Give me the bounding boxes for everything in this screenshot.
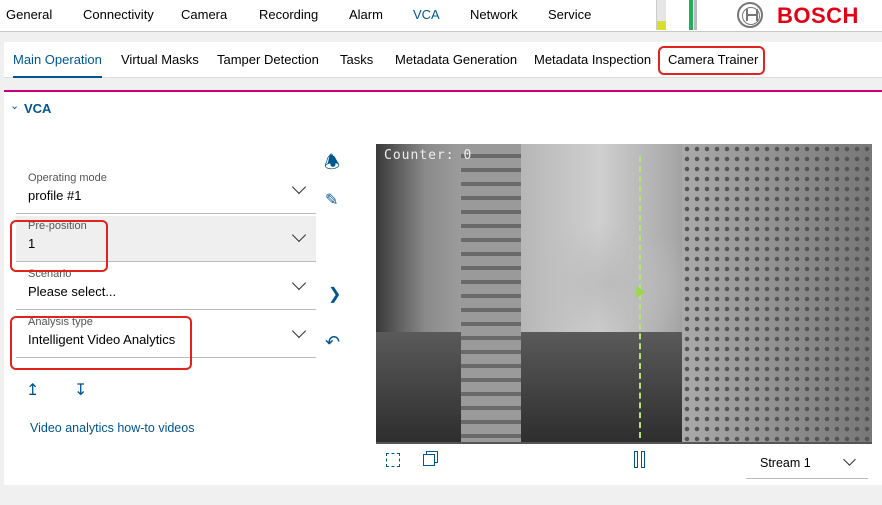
tab-tasks[interactable]: Tasks <box>340 52 373 67</box>
undo-icon[interactable]: ↶ <box>325 332 340 353</box>
highlight-analysis-type <box>10 316 192 370</box>
bosch-logo-text: BOSCH <box>777 3 859 28</box>
tab-camera[interactable]: Camera <box>181 7 227 22</box>
upload-icon[interactable]: ↥ <box>26 380 39 400</box>
bosch-logo-icon <box>737 2 763 28</box>
stream-value: Stream 1 <box>760 456 811 470</box>
tab-recording[interactable]: Recording <box>259 7 318 22</box>
collapse-chevron-icon[interactable]: ⌄ <box>10 99 19 112</box>
stream-select[interactable]: Stream 1 <box>746 447 868 479</box>
status-indicator-secondary <box>694 0 697 30</box>
chevron-down-icon <box>843 453 856 466</box>
highlight-pre-position <box>10 220 108 272</box>
top-navigation: General Connectivity Camera Recording Al… <box>0 0 882 32</box>
chevron-down-icon <box>291 227 307 243</box>
sub-navigation: Main Operation Virtual Masks Tamper Dete… <box>4 42 882 78</box>
tab-connectivity[interactable]: Connectivity <box>83 7 154 22</box>
tab-metadata-inspection[interactable]: Metadata Inspection <box>534 52 651 67</box>
field-value: profile #1 <box>28 188 82 203</box>
tab-network[interactable]: Network <box>470 7 518 22</box>
chevron-right-icon[interactable]: ❯ <box>328 284 341 304</box>
tab-virtual-masks[interactable]: Virtual Masks <box>121 52 199 67</box>
counter-overlay: Counter: 0 <box>384 148 473 163</box>
chevron-down-icon <box>291 275 307 291</box>
tab-alarm[interactable]: Alarm <box>349 7 383 22</box>
edit-pencil-icon[interactable]: ✎ <box>325 190 338 210</box>
highlight-camera-trainer <box>658 46 765 75</box>
camera-video-preview[interactable]: Counter: 0 <box>376 144 872 442</box>
line-direction-arrow-icon <box>636 286 646 298</box>
pause-icon[interactable] <box>634 451 638 468</box>
tab-vca[interactable]: VCA <box>413 7 440 22</box>
field-label: Operating mode <box>28 172 107 184</box>
download-icon[interactable]: ↧ <box>74 380 87 400</box>
level-meter <box>656 0 666 30</box>
tab-main-operation[interactable]: Main Operation <box>13 52 102 78</box>
operating-mode-select[interactable]: Operating mode profile #1 <box>16 168 316 214</box>
vca-panel: ⌄ VCA Operating mode profile #1 Pre-posi… <box>4 90 882 485</box>
picture-in-picture-icon[interactable] <box>423 454 435 466</box>
section-title: VCA <box>24 101 52 116</box>
tab-tamper-detection[interactable]: Tamper Detection <box>217 52 319 67</box>
chevron-down-icon <box>291 323 307 339</box>
field-value: Please select... <box>28 284 117 299</box>
fullscreen-icon[interactable] <box>386 453 400 467</box>
tab-service[interactable]: Service <box>548 7 591 22</box>
status-indicator <box>689 0 693 30</box>
pause-icon-bar <box>641 451 645 468</box>
bell-icon[interactable]: 🕭 <box>324 150 340 180</box>
tab-general[interactable]: General <box>6 7 52 22</box>
tab-metadata-generation[interactable]: Metadata Generation <box>395 52 517 67</box>
how-to-videos-link[interactable]: Video analytics how-to videos <box>30 421 194 435</box>
chevron-down-icon <box>291 179 307 195</box>
